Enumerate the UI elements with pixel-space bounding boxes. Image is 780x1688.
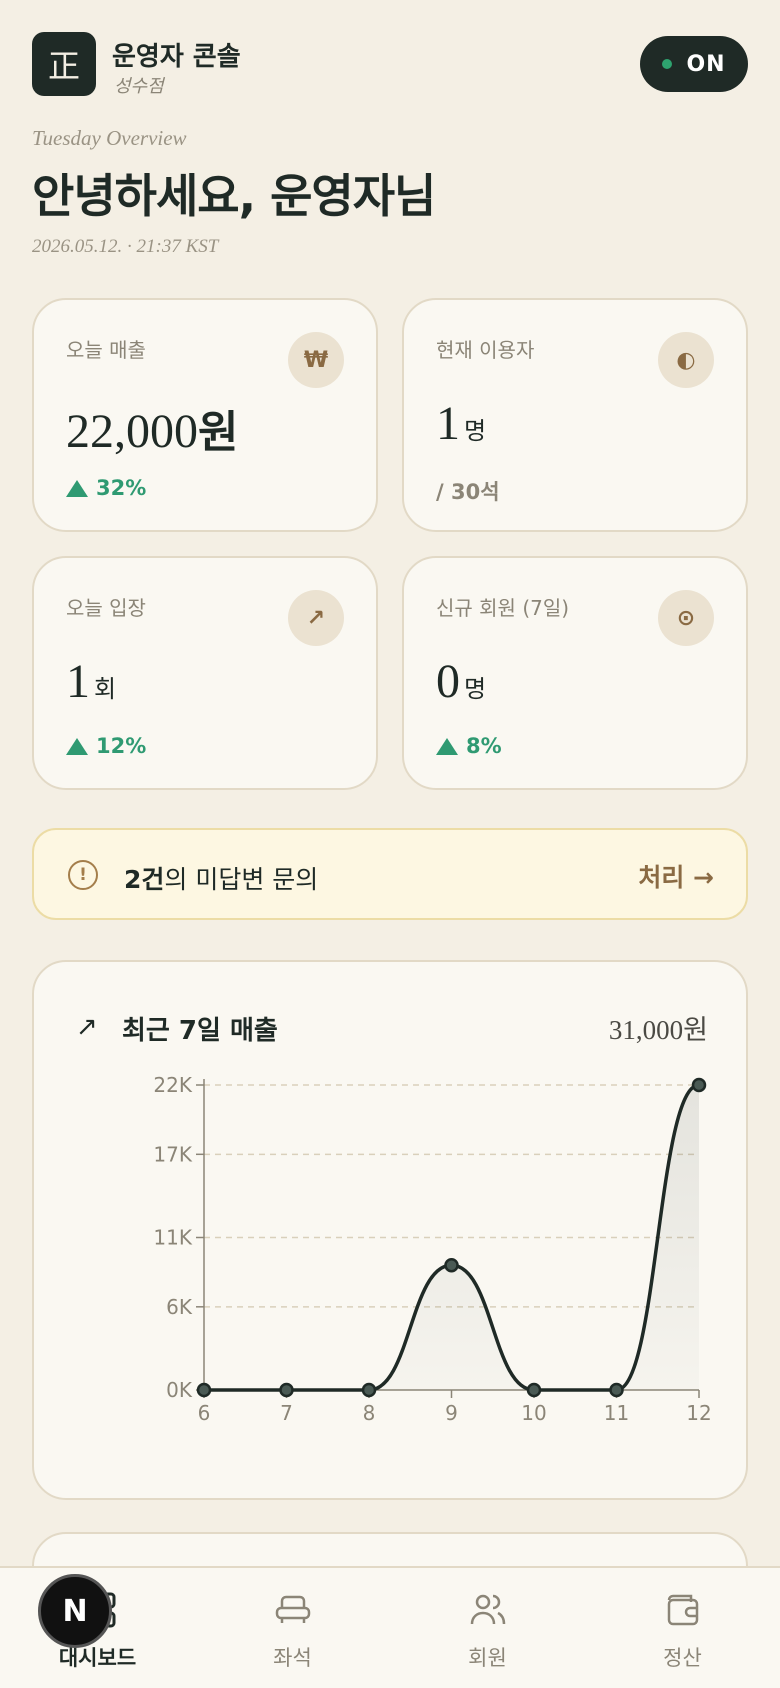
weekly-revenue-card: ↗ 최근 7일 매출 31,000원 0K 6K 11K 17K 22K 6 7 8 9 10 11… [32,960,748,1500]
users-count: 1 [436,397,460,450]
y-tick-label: 11K [153,1226,192,1250]
stat-value: 0명 [436,654,486,709]
revenue-unit: 원 [198,407,239,458]
x-tick-label: 8 [363,1401,376,1425]
y-tick-label: 22K [153,1073,192,1097]
nav-label: 대시보드 [58,1646,137,1670]
inquiry-count: 2건 [124,865,165,894]
trend-value: 12% [96,734,147,758]
won-icon: ₩ [288,332,344,388]
trend-up-icon [436,737,458,755]
users-icon [390,1588,585,1632]
nav-label: 회원 [468,1646,507,1670]
data-point [444,1257,459,1273]
stat-label: 오늘 입장 [66,596,146,620]
half-circle-icon: ◐ [658,332,714,388]
y-tick-label: 0K [166,1378,193,1402]
target-icon: ⊙ [658,590,714,646]
entries-count: 1 [66,655,90,708]
nav-item-seats[interactable]: 좌석 [195,1588,390,1678]
users-unit: 명 [464,417,487,445]
status-label: ON [686,51,726,77]
page-title: 안녕하세요, 운영자님 [32,169,436,223]
x-tick-label: 12 [686,1401,711,1425]
x-tick-label: 9 [445,1401,458,1425]
trend-indicator: 8% [436,734,502,758]
data-point [196,1382,212,1398]
new-members-count: 0 [436,655,460,708]
stat-label: 신규 회원 (7일) [436,596,570,620]
entries-unit: 회 [94,675,117,703]
stat-card-entries[interactable]: 오늘 입장 ↗ 1회 12% [32,556,378,790]
status-toggle[interactable]: ON [640,36,748,92]
stat-value: 1명 [436,396,486,451]
x-tick-label: 11 [604,1401,629,1425]
x-tick-label: 6 [198,1401,211,1425]
y-tick-label: 6K [166,1295,193,1319]
current-datetime: 2026.05.12. · 21:37 KST [32,236,219,257]
y-tick-label: 17K [153,1142,192,1166]
seat-icon [195,1588,390,1632]
wallet-icon [585,1588,780,1632]
trend-up-icon [66,737,88,755]
trend-indicator: 32% [66,476,146,500]
seat-capacity: / 30석 [436,480,500,504]
stat-card-new-members[interactable]: 신규 회원 (7일) ⊙ 0명 8% [402,556,748,790]
bottom-navigation: 대시보드 좌석 회원 정산 [0,1566,780,1688]
stat-card-revenue[interactable]: 오늘 매출 ₩ 22,000원 32% [32,298,378,532]
nav-label: 좌석 [273,1646,312,1670]
data-point [361,1382,377,1398]
x-tick-label: 7 [280,1401,293,1425]
x-tick-label: 10 [521,1401,546,1425]
nav-item-settlement[interactable]: 정산 [585,1588,780,1678]
arrow-up-right-icon: ↗ [288,590,344,646]
branch-name: 성수점 [114,76,164,97]
revenue-amount: 22,000 [66,405,198,458]
stat-card-current-users[interactable]: 현재 이용자 ◐ 1명 / 30석 [402,298,748,532]
overview-label: Tuesday Overview [32,126,187,150]
alert-text: 의 미답변 문의 [164,865,319,894]
trend-value: 32% [96,476,147,500]
logo-char: 正 [47,47,80,85]
stat-value: 1회 [66,654,116,709]
brand-logo[interactable]: 正 [32,32,96,96]
alert-icon: ! [68,860,98,890]
data-point [526,1382,542,1398]
process-button[interactable]: 처리 → [638,858,714,894]
data-point [691,1077,707,1093]
app-title: 운영자 콘솔 [112,42,241,72]
data-point [609,1382,624,1398]
nav-label: 정산 [663,1646,702,1670]
status-dot-icon [662,59,673,69]
new-members-unit: 명 [464,675,487,703]
revenue-chart: 0K 6K 11K 17K 22K 6 7 8 9 10 11 12 [153,1073,711,1425]
dev-tools-button[interactable]: N [38,1574,112,1648]
app-header: 正 운영자 콘솔 성수점 ON [32,32,748,97]
nav-item-members[interactable]: 회원 [390,1588,585,1678]
trend-value: 8% [466,734,502,758]
trend-up-icon [66,479,88,497]
alert-message: 2건의 미답변 문의 [124,860,318,896]
trend-indicator: 12% [66,734,146,758]
stat-value: 22,000원 [66,396,238,460]
stat-label: 현재 이용자 [436,338,535,362]
data-point [279,1382,294,1398]
unanswered-inquiry-alert[interactable]: ! 2건의 미답변 문의 처리 → [32,828,748,920]
stat-label: 오늘 매출 [66,338,146,362]
